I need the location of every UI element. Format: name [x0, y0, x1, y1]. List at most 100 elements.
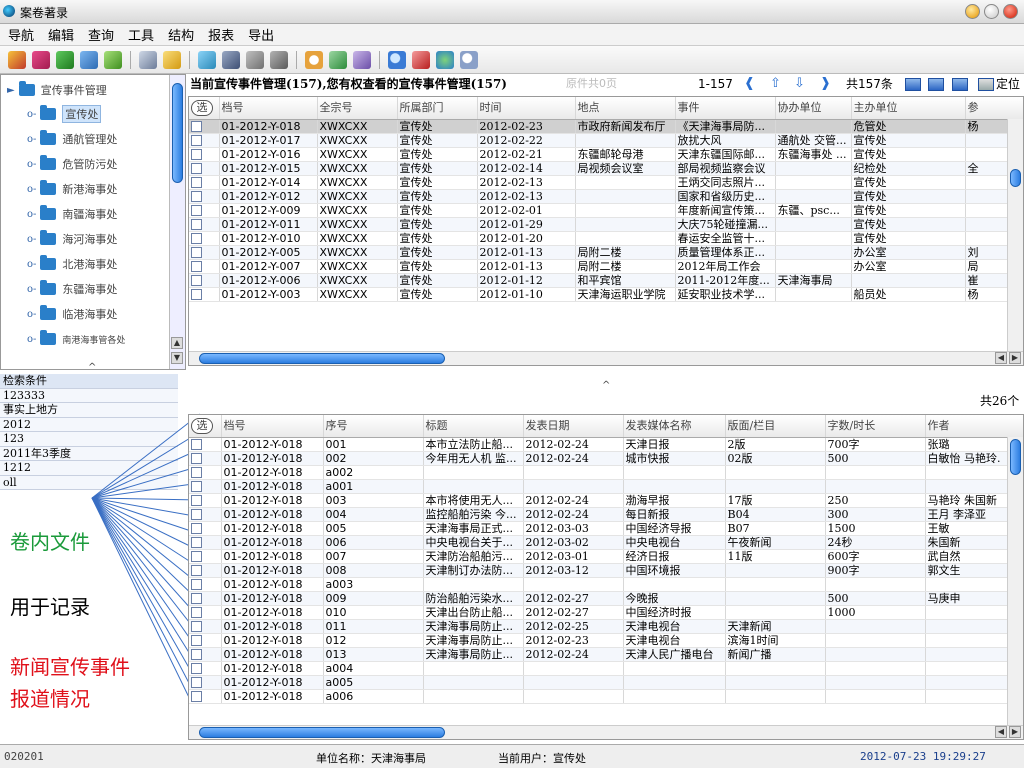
column-header[interactable]: 参	[965, 97, 1023, 120]
column-header[interactable]: 作者	[925, 415, 1023, 438]
prev-page-icon[interactable]: ⇧	[770, 77, 784, 91]
table-row[interactable]: 01-2012-Y-018 001 本市立法防止船... 2012-02-24 天津日报…	[189, 437, 1023, 452]
scroll-right-icon[interactable]: ▶	[1009, 352, 1021, 364]
table-row[interactable]: 01-2012-Y-011 XWXCXX 宣传处 2012-01-29 大庆75轮碰撞漏…	[189, 217, 1023, 232]
table-row[interactable]: 01-2012-Y-009 XWXCXX 宣传处 2012-02-01 年度新闻宣传策.…	[189, 203, 1023, 218]
table-row[interactable]: 01-2012-Y-005 XWXCXX 宣传处 2012-01-13 局附二楼 质量管理…	[189, 245, 1023, 260]
zoom-icon[interactable]	[460, 50, 478, 69]
row-checkbox[interactable]	[191, 579, 202, 590]
locate-icon[interactable]	[978, 78, 994, 91]
menu-item-structure[interactable]: 结构	[168, 25, 194, 44]
tree-item[interactable]: o- 北港海事处	[27, 253, 117, 275]
link-icon[interactable]	[412, 50, 430, 69]
column-header[interactable]: 全宗号	[317, 97, 398, 120]
detail-view-icon[interactable]	[928, 78, 944, 91]
row-checkbox[interactable]	[191, 149, 202, 160]
menu-item-nav[interactable]: 导航	[8, 25, 34, 44]
next-page-icon[interactable]: ⇩	[794, 77, 808, 91]
column-header[interactable]: 协办单位	[775, 97, 852, 120]
tree-scrollbar[interactable]: ▲ ▼	[169, 75, 185, 369]
condition-value[interactable]: 123333	[0, 388, 178, 403]
row-checkbox[interactable]	[191, 453, 202, 464]
row-checkbox[interactable]	[191, 537, 202, 548]
chart-icon[interactable]	[329, 50, 347, 69]
table-row[interactable]: 01-2012-Y-018 004 监控船舶污染 今... 2012-02-24 每日新…	[189, 507, 1023, 522]
splitter-caret-icon[interactable]: ^	[602, 380, 610, 391]
row-checkbox[interactable]	[191, 135, 202, 146]
add-icon[interactable]	[56, 50, 74, 69]
table-row[interactable]: 01-2012-Y-018 007 天津防治船舶污... 2012-03-01 经济日报…	[189, 549, 1023, 564]
list-view-icon[interactable]	[905, 78, 921, 91]
row-checkbox[interactable]	[191, 481, 202, 492]
scroll-left-icon[interactable]: ◀	[995, 352, 1007, 364]
table-row[interactable]: 01-2012-Y-018 002 今年用无人机 监... 2012-02-24 城市快…	[189, 451, 1023, 466]
scrollbar-thumb[interactable]	[199, 353, 445, 364]
condition-value[interactable]: 事实上地方	[0, 403, 178, 418]
scroll-left-icon[interactable]: ◀	[995, 726, 1007, 738]
tree-item[interactable]: o- 新港海事处	[27, 178, 117, 200]
check-icon[interactable]	[104, 50, 122, 69]
table-row[interactable]: 01-2012-Y-018 008 天津制订办法防... 2012-03-12 中国环境…	[189, 563, 1023, 578]
maximize-button[interactable]	[984, 4, 999, 19]
condition-value[interactable]: 2011年3季度	[0, 446, 178, 461]
row-checkbox[interactable]	[191, 289, 202, 300]
table-row[interactable]: 01-2012-Y-018 005 天津海事局正式... 2012-03-03 中国经济…	[189, 521, 1023, 536]
row-checkbox[interactable]	[191, 219, 202, 230]
condition-value[interactable]: 2012	[0, 417, 178, 432]
row-checkbox[interactable]	[191, 677, 202, 688]
table-row[interactable]: 01-2012-Y-018 a005	[189, 675, 1023, 690]
row-checkbox[interactable]	[191, 495, 202, 506]
select-all-button[interactable]: 选	[191, 99, 213, 116]
select-column-header[interactable]: 选	[189, 415, 222, 438]
row-checkbox[interactable]	[191, 261, 202, 272]
events-horizontal-scrollbar[interactable]: ◀ ▶	[189, 351, 1023, 365]
book-icon[interactable]	[222, 50, 240, 69]
table-row[interactable]: 01-2012-Y-018 013 天津海事局防止... 2012-02-24 天津人民…	[189, 647, 1023, 662]
table-row[interactable]: 01-2012-Y-006 XWXCXX 宣传处 2012-01-12 和平宾馆 2011…	[189, 273, 1023, 288]
condition-value[interactable]: 1212	[0, 461, 178, 476]
row-checkbox[interactable]	[191, 607, 202, 618]
column-header[interactable]: 标题	[423, 415, 524, 438]
menu-item-report[interactable]: 报表	[208, 25, 234, 44]
globe-icon[interactable]	[436, 50, 454, 69]
row-checkbox[interactable]	[191, 467, 202, 478]
table-row[interactable]: 01-2012-Y-018 006 中央电视台关于... 2012-03-02 中央电视…	[189, 535, 1023, 550]
table-row[interactable]: 01-2012-Y-017 XWXCXX 宣传处 2012-02-22 放扰大风 通航处 …	[189, 133, 1023, 148]
table-row[interactable]: 01-2012-Y-018 009 防治船舶污染水... 2012-02-27 今晚报 5…	[189, 591, 1023, 606]
table-row[interactable]: 01-2012-Y-012 XWXCXX 宣传处 2012-02-13 国家和省级历史.…	[189, 189, 1023, 204]
table-row[interactable]: 01-2012-Y-018 a004	[189, 661, 1023, 676]
row-checkbox[interactable]	[191, 649, 202, 660]
column-header[interactable]: 档号	[221, 415, 324, 438]
scroll-right-icon[interactable]: ▶	[1009, 726, 1021, 738]
table-row[interactable]: 01-2012-Y-014 XWXCXX 宣传处 2012-02-13 王炳交同志照片.…	[189, 175, 1023, 190]
condition-value[interactable]: oll	[0, 475, 178, 490]
refresh-icon[interactable]	[198, 50, 216, 69]
tree-item-propaganda[interactable]: o- 宣传处	[27, 103, 102, 125]
row-checkbox[interactable]	[191, 565, 202, 576]
row-checkbox[interactable]	[191, 247, 202, 258]
column-header[interactable]: 地点	[575, 97, 676, 120]
row-checkbox[interactable]	[191, 275, 202, 286]
column-header[interactable]: 所属部门	[397, 97, 478, 120]
row-checkbox[interactable]	[191, 205, 202, 216]
first-page-icon[interactable]: ❰	[744, 77, 758, 91]
row-checkbox[interactable]	[191, 439, 202, 450]
row-checkbox[interactable]	[191, 233, 202, 244]
row-checkbox[interactable]	[191, 177, 202, 188]
table-row[interactable]: 01-2012-Y-018 XWXCXX 宣传处 2012-02-23 市政府新闻发布厅…	[189, 119, 1023, 134]
scrollbar-thumb[interactable]	[172, 83, 183, 183]
row-checkbox[interactable]	[191, 523, 202, 534]
row-checkbox[interactable]	[191, 621, 202, 632]
menu-item-export[interactable]: 导出	[248, 25, 274, 44]
row-checkbox[interactable]	[191, 163, 202, 174]
clock-icon[interactable]	[305, 50, 323, 69]
table-row[interactable]: 01-2012-Y-015 XWXCXX 宣传处 2012-02-14 局视频会议室 部局…	[189, 161, 1023, 176]
locate-label[interactable]: 定位	[996, 74, 1020, 94]
row-checkbox[interactable]	[191, 593, 202, 604]
table-row[interactable]: 01-2012-Y-018 012 天津海事局防止... 2012-02-23 天津电视…	[189, 633, 1023, 648]
column-header[interactable]: 字数/时长	[825, 415, 926, 438]
tree-item[interactable]: o- 南疆海事处	[27, 203, 117, 225]
column-header[interactable]: 版面/栏目	[725, 415, 826, 438]
minimize-button[interactable]	[965, 4, 980, 19]
folder-icon[interactable]	[163, 50, 181, 69]
